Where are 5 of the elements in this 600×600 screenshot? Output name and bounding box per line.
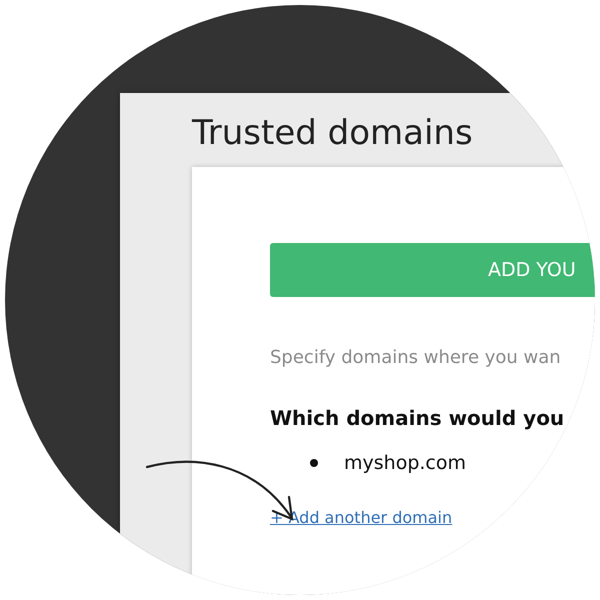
question-heading: Which domains would you <box>270 406 564 430</box>
description-text: Specify domains where you wan <box>270 347 561 368</box>
page-title: Trusted domains <box>192 113 473 153</box>
domain-item: myshop.com <box>344 452 466 474</box>
bullet-icon <box>310 459 318 467</box>
